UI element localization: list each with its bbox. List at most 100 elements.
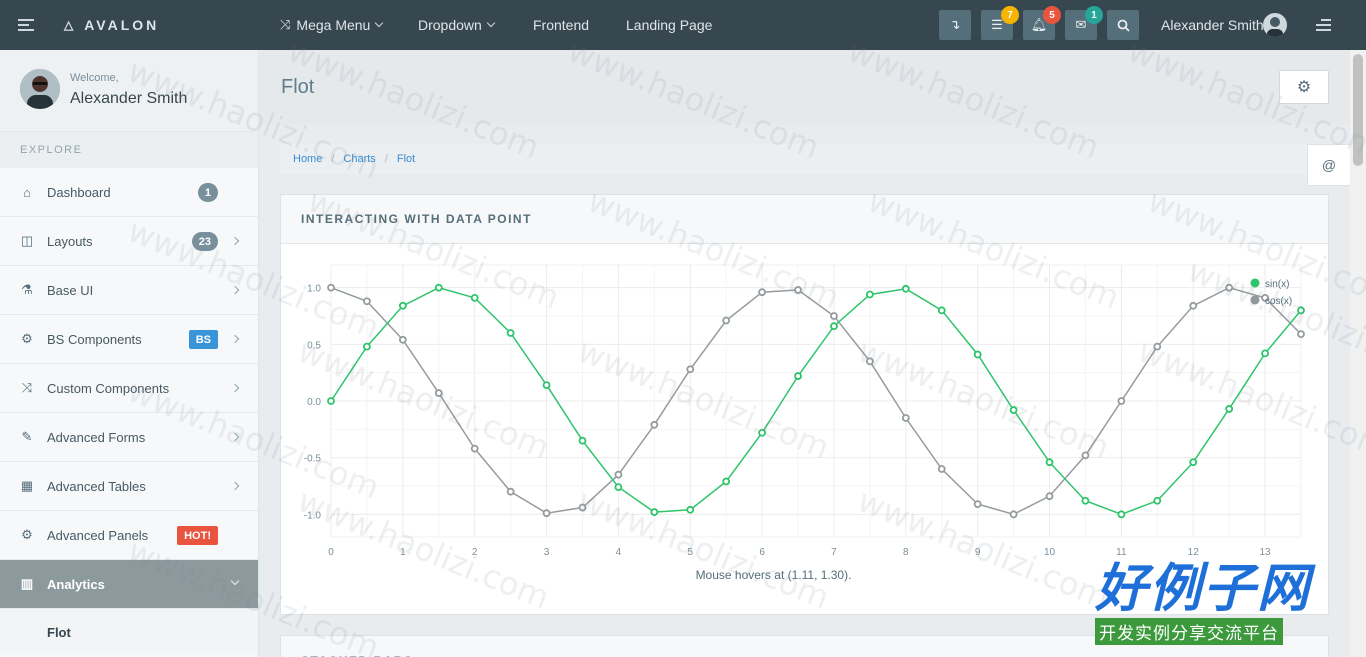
tasks-button[interactable]: ☰ 7 [981,6,1019,40]
shuffle-icon: ⤨ [280,17,291,32]
data-point-sin [686,505,695,514]
data-point-sin [506,329,515,337]
nav-dropdown[interactable]: Dropdown [418,0,496,50]
sidebar-item-base-ui[interactable]: ⚗ Base UI [0,266,258,315]
chevron-right-icon [230,481,240,491]
messages-button[interactable]: ✉ 1 [1065,6,1103,40]
topbar-user-name[interactable]: Alexander Smith [1161,0,1264,50]
theme-settings-tab[interactable]: @ [1307,144,1350,186]
data-point-cos [1045,492,1054,501]
data-point-cos [1297,330,1305,339]
chevron-right-icon [230,236,240,246]
search-icon [1117,19,1130,32]
data-point-cos [1009,510,1018,519]
data-point-cos [542,509,551,518]
data-point-sin [1225,405,1234,413]
data-point-cos [1225,283,1234,292]
sidebar-subitem-flot[interactable]: Flot [0,609,258,655]
panel-title: INTERACTING WITH DATA POINT [281,195,1328,244]
x-tick-label: 7 [831,547,837,558]
data-point-sin [937,306,946,315]
notifications-button[interactable]: 🔔︎ 5 [1023,6,1061,40]
nav-landing-page[interactable]: Landing Page [626,0,712,50]
sidebar-item-layouts[interactable]: ◫ Layouts 23 [0,217,258,266]
search-button[interactable] [1107,10,1139,40]
data-point-sin [830,322,838,331]
chevron-down-icon [486,18,496,28]
avatar[interactable] [1263,13,1287,37]
sidebar-item-advanced-forms[interactable]: ✎ Advanced Forms [0,413,258,462]
x-tick-label: 3 [544,547,550,558]
interacting-panel: INTERACTING WITH DATA POINT 0 1 2 3 4 5 6 7 8 9 10… [280,194,1329,615]
breadcrumb: Home / Charts / Flot [280,144,1348,174]
legend-swatch [1250,295,1260,305]
cogs-icon: ⚙ [21,331,33,346]
sidebar-item-analytics[interactable]: ▥ Analytics [0,560,258,609]
data-point-cos [973,500,982,509]
data-point-sin [1153,496,1162,505]
legend-label: cos(x) [1265,296,1292,307]
watermark-tagline: 开发实例分享交流平台 [1095,618,1283,645]
top-navbar: △ AVALON ⤨ Mega Menu Dropdown Frontend La… [0,0,1366,50]
breadcrumb-charts[interactable]: Charts [343,153,375,165]
data-point-sin [363,342,371,351]
data-point-sin [901,284,910,293]
columns-icon: ◫ [20,233,34,248]
data-point-cos [1189,301,1198,310]
gear-icon: ⚙ [21,527,33,542]
data-point-sin [1117,510,1126,519]
nav-frontend[interactable]: Frontend [533,0,589,50]
sidebar-toggle-icon[interactable] [18,19,34,31]
data-point-cos [470,444,479,453]
data-point-sin [1045,458,1054,467]
settings-button[interactable]: ⚙ [1279,70,1329,104]
y-tick-label: -0.5 [304,454,322,465]
download-arrow-icon: ↴ [949,17,961,32]
list-icon: ☰ [991,17,1003,32]
download-button[interactable]: ↴ [939,10,971,40]
data-point-sin [614,483,623,492]
chart-svg: 0 1 2 3 4 5 6 7 8 9 10 11 12 131.00.50.0-0.5-1.0sin(x… [304,264,1305,558]
sidebar-item-dashboard[interactable]: ⌂ Dashboard 1 [0,168,258,217]
x-tick-label: 13 [1260,547,1272,558]
home-icon: ⌂ [23,184,31,200]
pencil-icon: ✎ [21,429,33,444]
scrollbar-thumb[interactable] [1353,54,1363,166]
welcome-text: Welcome, [70,72,119,84]
breadcrumb-flot[interactable]: Flot [397,153,415,165]
data-point-cos [937,465,946,473]
sidebar-item-advanced-tables[interactable]: ▦ Advanced Tables [0,462,258,511]
x-tick-label: 9 [975,547,981,558]
data-point-cos [363,297,371,306]
data-point-cos [614,470,623,479]
x-tick-label: 6 [759,547,765,558]
at-sign-icon: @ [1321,157,1337,173]
legend-swatch [1250,278,1260,288]
x-tick-label: 10 [1044,547,1056,558]
data-point-cos [722,316,731,325]
legend-label: sin(x) [1265,279,1289,290]
messages-badge: 1 [1085,6,1103,24]
data-point-cos [794,286,802,294]
sidebar-item-custom-components[interactable]: ⤨ Custom Components [0,364,258,413]
nav-mega-menu[interactable]: ⤨ Mega Menu [280,0,384,50]
data-point-cos [327,283,335,292]
sidebar-item-advanced-panels[interactable]: ⚙ Advanced Panels HOT! [0,511,258,560]
data-point-sin [650,508,659,516]
sidebar-item-bs-components[interactable]: ⚙ BS Components BS [0,315,258,364]
data-point-sin [1297,306,1305,315]
watermark-brand: 好例子网 [1095,560,1312,618]
data-point-sin [722,477,731,486]
breadcrumb-home[interactable]: Home [293,153,322,165]
data-point-cos [901,414,910,422]
bs-badge: BS [188,330,218,349]
brand-logo[interactable]: △ AVALON [64,0,159,50]
page-scrollbar[interactable] [1350,50,1366,657]
profile-avatar[interactable] [20,69,60,109]
data-point-sin [1189,458,1198,467]
x-tick-label: 0 [328,547,334,558]
right-menu-icon[interactable] [1316,19,1331,31]
dashboard-badge: 1 [197,183,218,202]
table-icon: ▦ [20,478,34,493]
data-point-cos [578,503,587,512]
